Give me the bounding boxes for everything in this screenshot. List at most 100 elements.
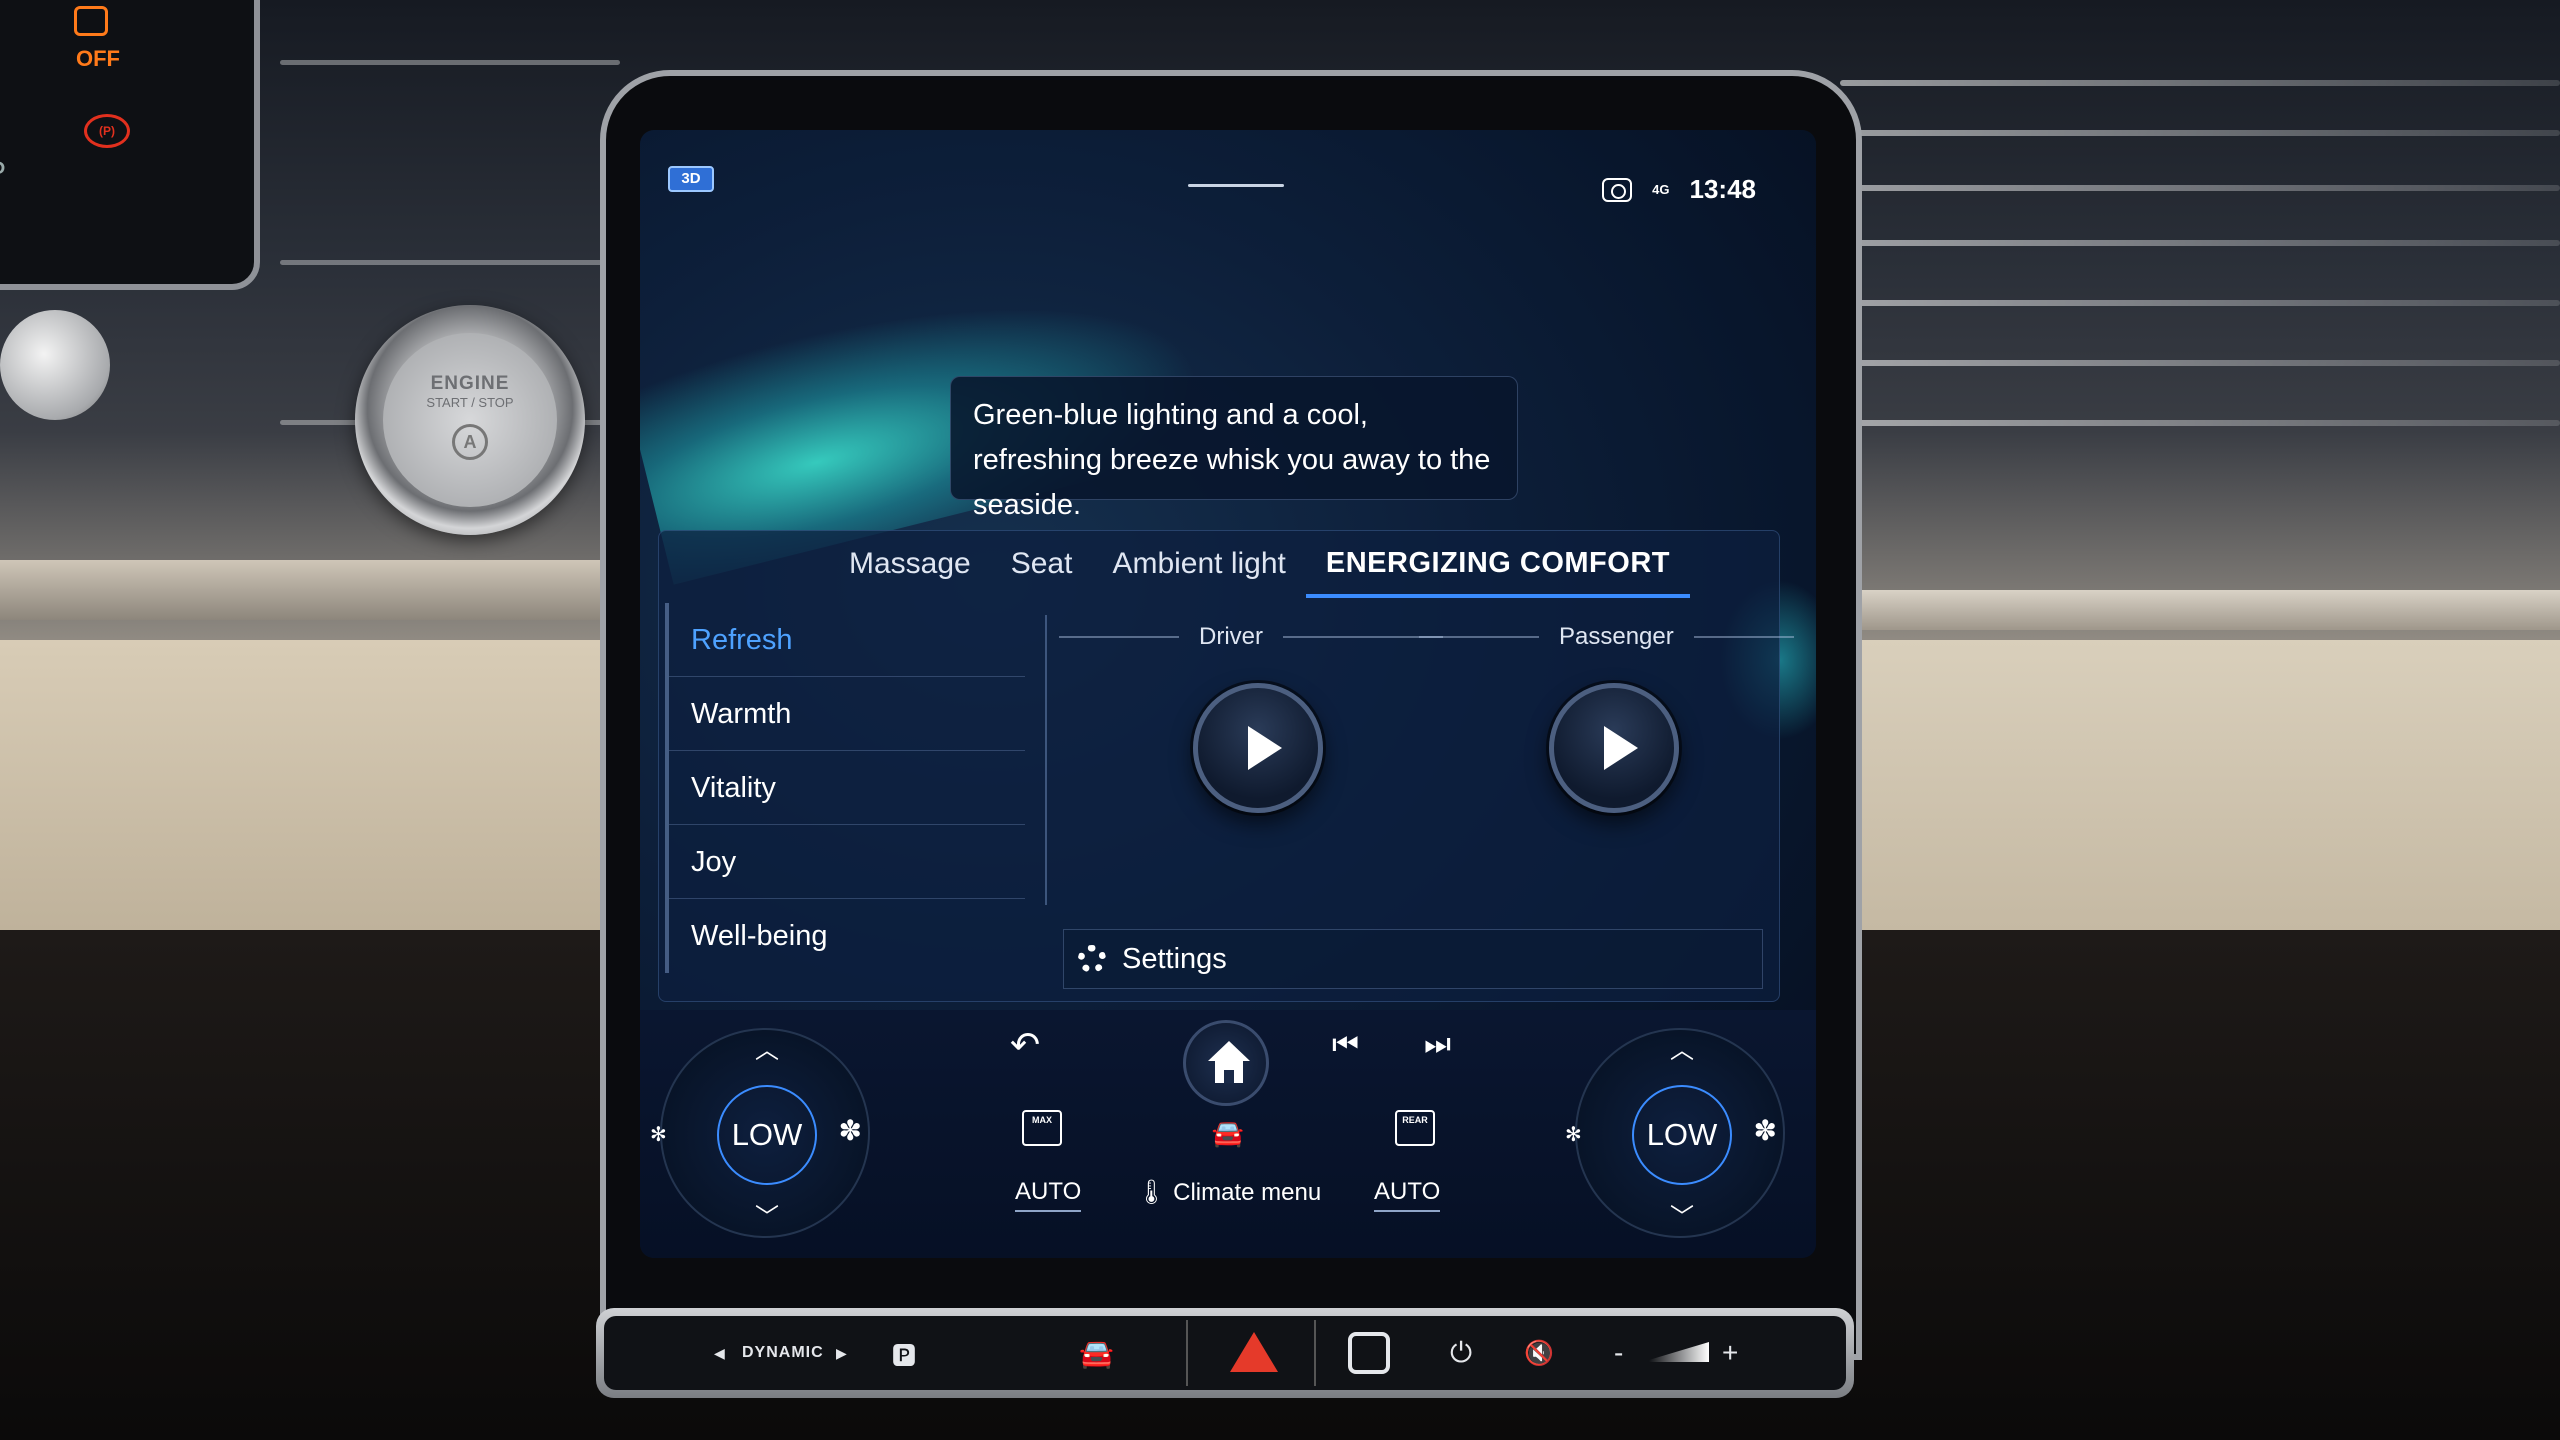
car-climate-icon[interactable]: 🚘 [1188,1118,1268,1149]
right-auto-button[interactable]: AUTO [1374,1178,1441,1212]
tab-ambient-light[interactable]: Ambient light [1092,539,1305,598]
volume-down-button[interactable]: - [1614,1337,1623,1369]
chevron-up-icon[interactable]: ︿ [1667,1030,1697,1065]
rear-defrost-label: REAR [1402,1115,1428,1125]
fan-low-icon: ✻ [650,1124,667,1146]
engine-button-sublabel: START / STOP [426,395,514,410]
right-fan-dial[interactable]: ︿ ✻ LOW ✽ ﹀ [1565,1028,1785,1238]
air-vent-slat [1840,80,2560,86]
chevron-down-icon[interactable]: ﹀ [1667,1197,1697,1232]
program-item-warmth[interactable]: Warmth [669,677,1025,751]
volume-slider[interactable] [1649,1342,1709,1362]
next-track-icon[interactable]: ⏭ [1424,1028,1451,1062]
rear-defrost-icon: REAR [1395,1110,1435,1146]
gear-indicator: P [0,156,6,190]
comfort-panel: Massage Seat Ambient light ENERGIZING CO… [658,530,1794,1002]
left-auto-button[interactable]: AUTO [1015,1178,1082,1212]
climate-bar: ︿ ✻ LOW ✽ ﹀ ↶ ⏮ ⏭ MAX 🚘 REAR AUTO 🌡 Clim… [640,1010,1816,1258]
steering-column-knob [0,310,110,420]
settings-button[interactable]: Settings [1063,929,1763,989]
chevron-down-icon[interactable]: ﹀ [752,1197,782,1232]
dashboard-leather [1860,640,2560,930]
dashboard-trim [1860,590,2560,630]
instrument-cluster: OFF (P) P [0,0,260,290]
drive-mode-right-icon[interactable]: ▶ [836,1345,847,1362]
chevron-up-icon[interactable]: ︿ [752,1030,782,1065]
engine-button-label: ENGINE [430,373,510,394]
parking-camera-icon[interactable]: 🅿 [892,1336,916,1371]
home-icon [1208,1041,1250,1061]
climate-menu-label: Climate menu [1173,1179,1322,1206]
power-icon[interactable]: ⏻ [1450,1337,1472,1370]
thermometer-icon: 🌡 [1136,1179,1167,1206]
passenger-play-button[interactable] [1549,683,1679,813]
fan-low-icon: ✻ [1565,1124,1582,1146]
dashboard-trim [0,560,640,620]
back-icon[interactable]: ↶ [1010,1024,1040,1066]
infotainment-screen: 3D 4G 13:48 Green-blue lighting and a co… [640,130,1816,1258]
program-item-refresh[interactable]: Refresh [669,603,1025,677]
settings-label: Settings [1122,942,1227,975]
volume-up-button[interactable]: + [1722,1337,1738,1369]
tab-seat[interactable]: Seat [991,539,1093,598]
hardware-strip-inner: ◀ DYNAMIC ▶ 🅿 🚘 ⏻ 🔇 - + [604,1316,1846,1390]
left-fan-level: LOW [717,1085,817,1185]
air-vent-slat [280,260,620,265]
air-vent-slat [1840,300,2560,306]
max-defrost-icon: MAX [1022,1110,1062,1146]
hazard-button[interactable] [1186,1320,1316,1386]
tab-energizing-comfort[interactable]: ENERGIZING COMFORT [1305,539,1690,598]
left-fan-dial[interactable]: ︿ ✻ LOW ✽ ﹀ [650,1028,870,1238]
program-item-well-being[interactable]: Well-being [669,899,1025,973]
header-rule [1693,636,1794,638]
car-interior-scene: OFF (P) P ENGINE START / STOP A 3D 4G 13… [0,0,2560,1440]
fan-high-icon: ✽ [838,1115,862,1146]
gear-icon [1078,945,1106,973]
program-item-joy[interactable]: Joy [669,825,1025,899]
air-vent-slat [1840,185,2560,191]
engine-button-face[interactable]: ENGINE START / STOP A [383,333,557,507]
status-bar: 4G 13:48 [1602,174,1756,205]
air-vent-slat [1840,240,2560,246]
vehicle-icon[interactable]: 🚘 [1079,1337,1114,1370]
traction-off-label: OFF [76,46,120,71]
list-divider [1045,615,1047,905]
program-item-vitality[interactable]: Vitality [669,751,1025,825]
home-button[interactable] [1183,1020,1269,1106]
engine-start-stop-button[interactable]: ENGINE START / STOP A [355,305,585,535]
clock: 13:48 [1689,174,1757,204]
drive-mode-label[interactable]: DYNAMIC [742,1344,824,1362]
rear-defrost-button[interactable]: REAR [1375,1110,1455,1146]
right-fan-level: LOW [1632,1085,1732,1185]
3d-view-badge[interactable]: 3D [668,166,714,192]
tab-bar: Massage Seat Ambient light ENERGIZING CO… [829,539,1690,598]
passenger-header: Passenger [1419,623,1794,651]
drive-mode-left-icon[interactable]: ◀ [714,1345,725,1362]
air-vent-slat [1840,360,2560,366]
dashboard-leather [0,640,600,930]
previous-track-icon[interactable]: ⏮ [1332,1028,1359,1062]
camera-icon[interactable] [1602,177,1633,202]
driver-play-button[interactable] [1193,683,1323,813]
traction-control-icon [74,6,108,36]
stop-icon[interactable] [1348,1332,1390,1374]
tab-massage[interactable]: Massage [829,539,991,598]
air-vent-slat [280,60,620,65]
fan-high-icon: ✽ [1753,1115,1777,1146]
program-description: Green-blue lighting and a cool, refreshi… [950,376,1518,521]
front-defrost-button[interactable]: MAX [1002,1110,1082,1146]
air-vent-slat [1840,130,2560,136]
passenger-label: Passenger [1559,623,1674,650]
mute-icon[interactable]: 🔇 [1524,1339,1554,1368]
driver-label: Driver [1199,623,1263,650]
air-vent-slat [1840,420,2560,426]
max-defrost-label: MAX [1032,1115,1052,1125]
climate-menu-button[interactable]: 🌡 Climate menu [1136,1178,1321,1207]
pull-down-handle[interactable] [1188,184,1284,187]
parking-brake-icon: (P) [84,114,130,148]
home-icon-door [1224,1070,1234,1083]
program-list: Refresh Warmth Vitality Joy Well-being [665,603,1025,973]
eco-start-stop-icon: A [452,424,488,460]
network-indicator: 4G [1652,181,1670,197]
header-rule [1419,636,1539,638]
